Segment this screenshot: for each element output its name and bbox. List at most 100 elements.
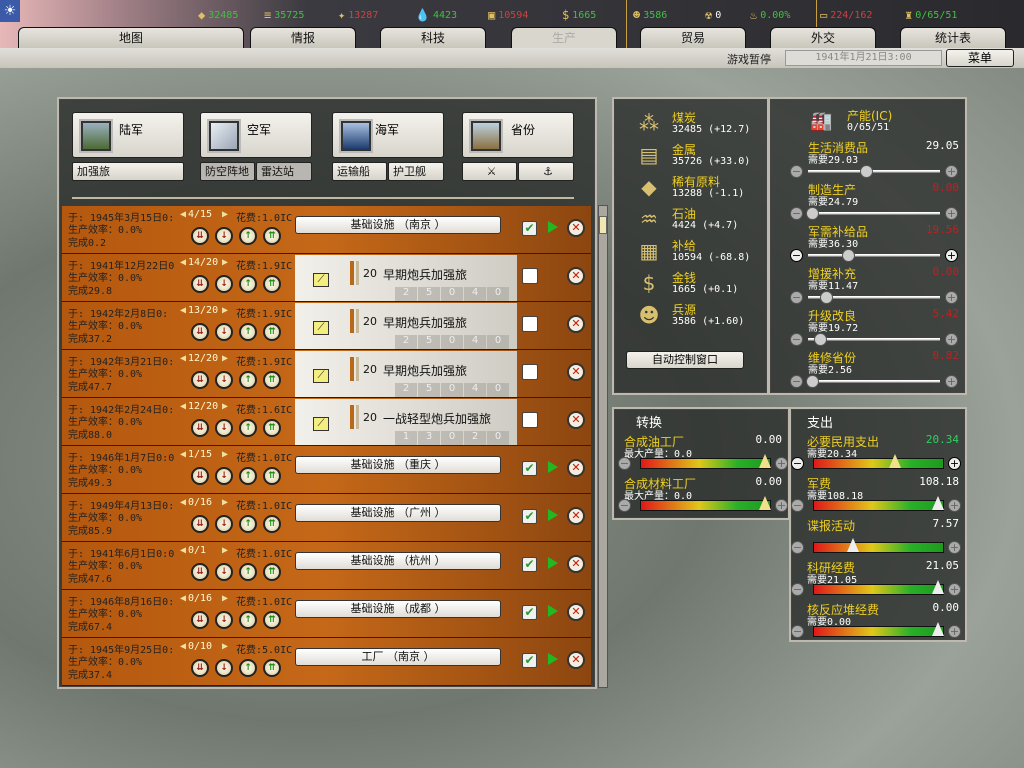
- move-down-button[interactable]: ↓: [215, 419, 233, 437]
- item-name[interactable]: 基础设施 （成都 ）: [295, 600, 501, 618]
- navy-category-button[interactable]: 海军: [332, 112, 444, 158]
- province-category-button[interactable]: 省份: [462, 112, 574, 158]
- next-arrow-icon[interactable]: ▶: [222, 257, 228, 268]
- prev-arrow-icon[interactable]: ◀: [180, 257, 186, 268]
- cancel-button[interactable]: ✕: [567, 267, 585, 285]
- repeat-checkbox[interactable]: ✔: [522, 653, 537, 668]
- next-arrow-icon[interactable]: ▶: [222, 305, 228, 316]
- move-top-button[interactable]: ⇈: [263, 467, 281, 485]
- air-category-button[interactable]: 空军: [200, 112, 312, 158]
- next-arrow-icon[interactable]: ▶: [222, 497, 228, 508]
- allocation-slider[interactable]: [808, 165, 940, 178]
- start-button[interactable]: [548, 653, 558, 665]
- item-name[interactable]: 基础设施 （重庆 ）: [295, 456, 501, 474]
- tab-4[interactable]: 贸易: [640, 27, 746, 48]
- slider-marker[interactable]: [759, 496, 771, 510]
- decrease-button[interactable]: −: [790, 207, 803, 220]
- move-up-button[interactable]: ↑: [239, 659, 257, 677]
- increase-button[interactable]: +: [948, 499, 961, 512]
- move-up-button[interactable]: ↑: [239, 371, 257, 389]
- item-name[interactable]: 工厂 （南京 ）: [295, 648, 501, 666]
- item-name[interactable]: 基础设施 （广州 ）: [295, 504, 501, 522]
- prev-arrow-icon[interactable]: ◀: [180, 449, 186, 460]
- increase-button[interactable]: +: [945, 333, 958, 346]
- auto-control-button[interactable]: 自动控制窗口: [626, 351, 744, 369]
- repeat-checkbox[interactable]: ✔: [522, 461, 537, 476]
- decrease-button[interactable]: −: [791, 499, 804, 512]
- move-up-button[interactable]: ↑: [239, 467, 257, 485]
- move-up-button[interactable]: ↑: [239, 227, 257, 245]
- tab-3[interactable]: 生产: [511, 27, 617, 48]
- move-bottom-button[interactable]: ⇊: [191, 419, 209, 437]
- increase-button[interactable]: +: [945, 165, 958, 178]
- slider-knob[interactable]: [820, 291, 834, 304]
- cancel-button[interactable]: ✕: [567, 555, 585, 573]
- increase-button[interactable]: +: [948, 583, 961, 596]
- scroll-thumb[interactable]: [599, 216, 607, 234]
- move-up-button[interactable]: ↑: [239, 419, 257, 437]
- start-button[interactable]: [548, 461, 558, 473]
- budget-slider[interactable]: [640, 496, 771, 511]
- slider-knob[interactable]: [814, 333, 828, 346]
- move-top-button[interactable]: ⇈: [263, 419, 281, 437]
- decrease-button[interactable]: −: [790, 333, 803, 346]
- move-bottom-button[interactable]: ⇊: [191, 227, 209, 245]
- move-down-button[interactable]: ↓: [215, 467, 233, 485]
- prev-arrow-icon[interactable]: ◀: [180, 641, 186, 652]
- move-up-button[interactable]: ↑: [239, 611, 257, 629]
- budget-slider[interactable]: [813, 496, 944, 511]
- move-down-button[interactable]: ↓: [215, 275, 233, 293]
- fort-button[interactable]: ⚔: [462, 162, 517, 181]
- item-name[interactable]: 基础设施 （南京 ）: [295, 216, 501, 234]
- decrease-button[interactable]: −: [790, 291, 803, 304]
- cancel-button[interactable]: ✕: [567, 651, 585, 669]
- move-up-button[interactable]: ↑: [239, 515, 257, 533]
- increase-button[interactable]: +: [945, 375, 958, 388]
- move-bottom-button[interactable]: ⇊: [191, 275, 209, 293]
- increase-button[interactable]: +: [948, 541, 961, 554]
- move-top-button[interactable]: ⇈: [263, 371, 281, 389]
- cancel-button[interactable]: ✕: [567, 411, 585, 429]
- slider-knob[interactable]: [842, 249, 855, 262]
- allocation-slider[interactable]: [808, 249, 940, 262]
- cancel-button[interactable]: ✕: [567, 603, 585, 621]
- move-down-button[interactable]: ↓: [215, 323, 233, 341]
- next-arrow-icon[interactable]: ▶: [222, 593, 228, 604]
- move-down-button[interactable]: ↓: [215, 659, 233, 677]
- move-bottom-button[interactable]: ⇊: [191, 323, 209, 341]
- increase-button[interactable]: +: [948, 457, 961, 470]
- transport-button[interactable]: 运输船: [332, 162, 387, 181]
- slider-marker[interactable]: [846, 538, 859, 552]
- decrease-button[interactable]: −: [790, 165, 803, 178]
- radar-button[interactable]: 雷达站: [256, 162, 312, 181]
- allocation-slider[interactable]: [806, 375, 940, 388]
- prev-arrow-icon[interactable]: ◀: [180, 353, 186, 364]
- cancel-button[interactable]: ✕: [567, 219, 585, 237]
- cancel-button[interactable]: ✕: [567, 507, 585, 525]
- budget-slider[interactable]: [813, 580, 944, 595]
- naval-base-button[interactable]: ⚓: [518, 162, 574, 181]
- unit-item[interactable]: ⟋ 20 早期炮兵加强旅 2 5 0 4 0: [295, 255, 517, 301]
- move-up-button[interactable]: ↑: [239, 275, 257, 293]
- budget-slider[interactable]: [813, 538, 944, 553]
- next-arrow-icon[interactable]: ▶: [222, 545, 228, 556]
- move-down-button[interactable]: ↓: [215, 515, 233, 533]
- move-top-button[interactable]: ⇈: [263, 515, 281, 533]
- slider-marker[interactable]: [932, 622, 944, 636]
- repeat-checkbox[interactable]: ✔: [522, 605, 537, 620]
- move-top-button[interactable]: ⇈: [263, 275, 281, 293]
- allocation-slider[interactable]: [808, 333, 940, 346]
- decrease-button[interactable]: −: [618, 457, 631, 470]
- start-button[interactable]: [548, 509, 558, 521]
- slider-knob[interactable]: [806, 375, 819, 388]
- prev-arrow-icon[interactable]: ◀: [180, 305, 186, 316]
- move-up-button[interactable]: ↑: [239, 323, 257, 341]
- repeat-checkbox[interactable]: ✔: [522, 509, 537, 524]
- escort-button[interactable]: 护卫舰: [388, 162, 444, 181]
- move-bottom-button[interactable]: ⇊: [191, 515, 209, 533]
- unit-item[interactable]: ⟋ 20 早期炮兵加强旅 2 5 0 4 0: [295, 351, 517, 397]
- decrease-button[interactable]: −: [791, 541, 804, 554]
- decrease-button[interactable]: −: [790, 249, 803, 262]
- tab-1[interactable]: 情报: [250, 27, 356, 48]
- prev-arrow-icon[interactable]: ◀: [180, 545, 186, 556]
